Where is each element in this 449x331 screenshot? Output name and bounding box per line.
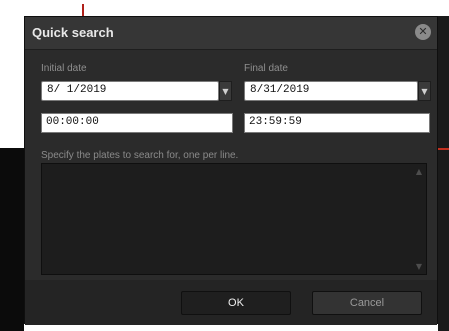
ok-button[interactable]: OK: [181, 291, 291, 315]
final-date-dropdown-icon[interactable]: ▼: [418, 81, 431, 101]
scroll-up-icon[interactable]: ▲: [416, 167, 422, 176]
close-icon[interactable]: ✕: [415, 24, 431, 40]
initial-time-input[interactable]: 00:00:00: [41, 113, 233, 133]
dialog-title: Quick search: [32, 25, 114, 40]
quick-search-dialog: Quick search ✕ Initial date Final date 8…: [24, 16, 438, 325]
background-marker-right: [438, 148, 449, 150]
dialog-titlebar: Quick search ✕: [25, 17, 437, 50]
final-date-label: Final date: [244, 63, 288, 74]
initial-date-dropdown-icon[interactable]: ▼: [219, 81, 232, 101]
background-panel-left: [0, 148, 24, 331]
background-panel-right: [438, 16, 449, 331]
cancel-button[interactable]: Cancel: [312, 291, 422, 315]
initial-date-label: Initial date: [41, 63, 87, 74]
initial-date-select[interactable]: 8/ 1/2019: [41, 81, 219, 101]
plates-instructions: Specify the plates to search for, one pe…: [41, 150, 239, 161]
plates-textarea[interactable]: ▲ ▼: [41, 163, 427, 275]
scroll-down-icon[interactable]: ▼: [416, 262, 422, 271]
final-time-input[interactable]: 23:59:59: [244, 113, 430, 133]
final-date-select[interactable]: 8/31/2019: [244, 81, 418, 101]
